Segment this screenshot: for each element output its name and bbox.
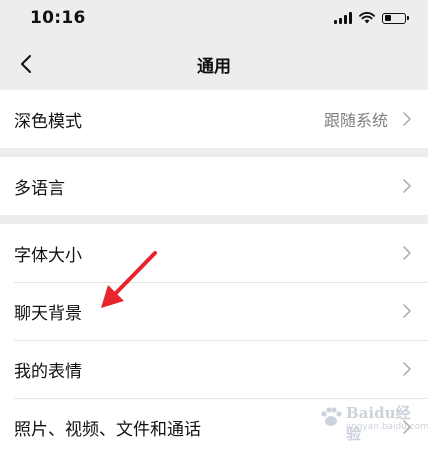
row-label: 照片、视频、文件和通话 (14, 419, 201, 440)
chevron-right-icon (403, 246, 411, 260)
battery-icon (382, 12, 409, 24)
chevron-right-icon (403, 420, 411, 434)
settings-group-chat: 字体大小 聊天背景 我的表情 照片、视频、文件和通话 (0, 224, 428, 456)
settings-row-dark-mode[interactable]: 深色模式 跟随系统 (0, 90, 428, 148)
chevron-right-icon (403, 304, 411, 318)
nav-bar: 通用 (0, 38, 428, 90)
row-label: 字体大小 (14, 245, 82, 266)
row-label: 多语言 (14, 178, 65, 199)
settings-group-language: 多语言 (0, 157, 428, 215)
row-label: 聊天背景 (14, 303, 82, 324)
row-label: 我的表情 (14, 361, 82, 382)
settings-row-language[interactable]: 多语言 (0, 157, 428, 215)
status-bar: 10:16 (0, 0, 428, 38)
wifi-icon (359, 12, 375, 24)
settings-row-chat-background[interactable]: 聊天背景 (0, 282, 428, 340)
cellular-signal-icon (334, 12, 352, 24)
settings-row-my-stickers[interactable]: 我的表情 (0, 340, 428, 398)
page-title: 通用 (197, 57, 231, 77)
settings-group-display: 深色模式 跟随系统 (0, 90, 428, 148)
settings-row-media-files-calls[interactable]: 照片、视频、文件和通话 (0, 398, 428, 456)
chevron-right-icon (403, 362, 411, 376)
status-time: 10:16 (30, 8, 86, 28)
settings-row-font-size[interactable]: 字体大小 (0, 224, 428, 282)
row-label: 深色模式 (14, 111, 82, 132)
status-icons (334, 10, 409, 26)
chevron-right-icon (403, 179, 411, 193)
chevron-right-icon (403, 112, 411, 126)
row-value: 跟随系统 (323, 111, 388, 130)
